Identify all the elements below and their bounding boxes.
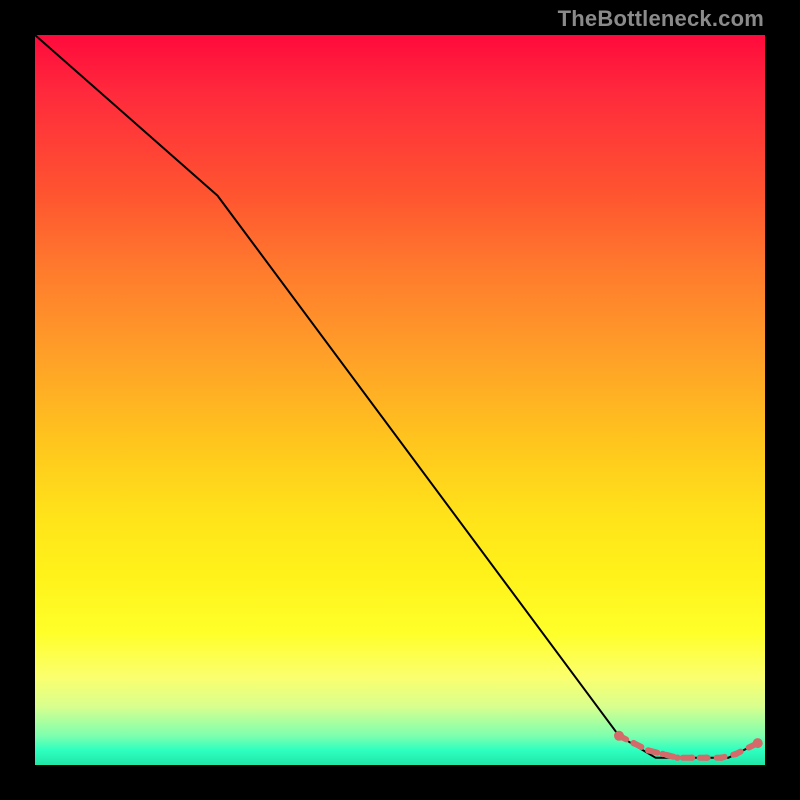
chart-overlay — [35, 35, 765, 765]
flat-segment-markers — [614, 731, 763, 761]
plot-area — [35, 35, 765, 765]
bottleneck-curve — [35, 35, 758, 758]
chart-stage: TheBottleneck.com — [0, 0, 800, 800]
watermark-text: TheBottleneck.com — [558, 6, 764, 32]
